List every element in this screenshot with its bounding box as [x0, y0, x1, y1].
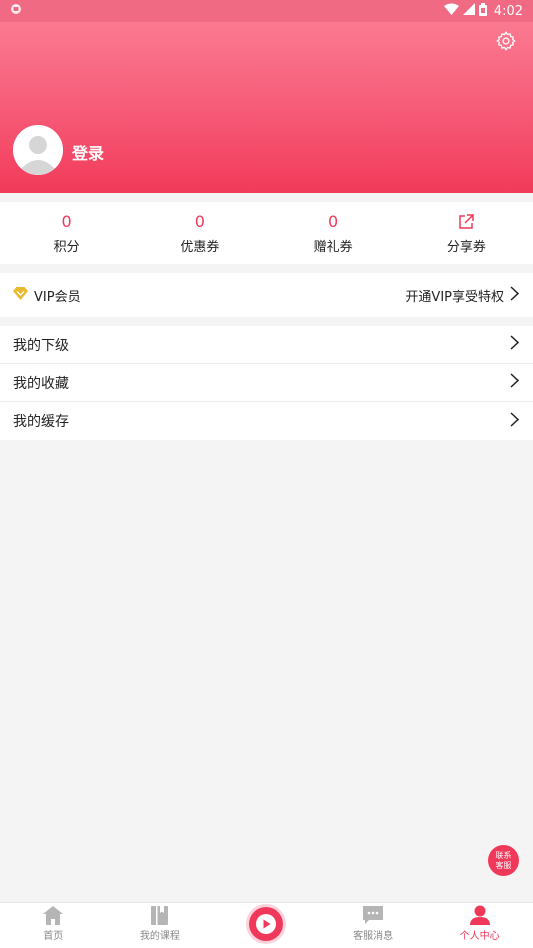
chevron-right-icon — [510, 411, 520, 431]
notification-shield-icon — [10, 3, 22, 19]
points-stat[interactable]: 0 积分 — [0, 202, 133, 264]
tab-my-courses-label: 我的课程 — [139, 931, 180, 942]
vip-label: VIP会员 — [34, 289, 81, 305]
profile-screen: 4:02 登录 0 积分 0 优惠券 0 赠礼券 分享券 VIP会员 开通VIP… — [0, 0, 533, 948]
tab-home[interactable]: 首页 — [0, 903, 107, 948]
tab-my-courses[interactable]: 我的课程 — [107, 903, 214, 948]
play-button[interactable] — [249, 907, 284, 941]
chevron-right-icon — [510, 285, 520, 305]
vip-row[interactable]: VIP会员 开通VIP享受特权 — [0, 273, 533, 317]
share-coupon-label: 分享券 — [446, 240, 486, 255]
points-value: 0 — [61, 212, 72, 231]
profile-header: 登录 — [0, 22, 533, 193]
message-icon — [363, 903, 384, 925]
status-bar: 4:02 — [0, 0, 533, 22]
coupons-stat[interactable]: 0 优惠券 — [133, 202, 266, 264]
diamond-icon — [13, 286, 28, 304]
points-label: 积分 — [53, 240, 80, 255]
gift-coupons-stat[interactable]: 0 赠礼券 — [267, 202, 400, 264]
battery-icon — [478, 2, 487, 20]
avatar[interactable] — [13, 125, 63, 175]
vip-action-text: 开通VIP享受特权 — [405, 289, 504, 305]
tab-service-messages-label: 客服消息 — [353, 931, 394, 942]
tab-home-label: 首页 — [43, 931, 64, 942]
signal-icon — [462, 3, 475, 19]
book-icon — [151, 903, 169, 925]
bottom-tab-bar: 首页 我的课程 客服消息 个人中心 — [0, 902, 533, 948]
menu-item-label: 我的下级 — [13, 337, 69, 354]
settings-button[interactable] — [495, 30, 519, 54]
menu-list: 我的下级 我的收藏 我的缓存 — [0, 326, 533, 440]
contact-service-line2: 客服 — [495, 860, 512, 870]
contact-service-line1: 联系 — [495, 850, 512, 860]
person-icon — [469, 903, 490, 925]
coupons-value: 0 — [194, 212, 205, 231]
menu-item-cache[interactable]: 我的缓存 — [0, 402, 533, 440]
coupons-label: 优惠券 — [180, 240, 220, 255]
contact-service-button[interactable]: 联系 客服 — [488, 845, 519, 876]
tab-personal-center-label: 个人中心 — [459, 931, 500, 942]
tab-play[interactable] — [213, 903, 320, 948]
wifi-icon — [443, 3, 459, 19]
play-icon — [256, 914, 277, 934]
chevron-right-icon — [510, 335, 520, 354]
home-icon — [43, 903, 64, 925]
status-time: 4:02 — [493, 3, 523, 19]
menu-item-label: 我的缓存 — [13, 414, 69, 430]
menu-item-favorites[interactable]: 我的收藏 — [0, 364, 533, 402]
share-icon — [457, 212, 475, 232]
gift-coupons-label: 赠礼券 — [313, 240, 353, 255]
tab-service-messages[interactable]: 客服消息 — [320, 903, 427, 948]
share-coupon-stat[interactable]: 分享券 — [400, 202, 533, 264]
menu-item-subordinates[interactable]: 我的下级 — [0, 326, 533, 364]
stats-row: 0 积分 0 优惠券 0 赠礼券 分享券 — [0, 202, 533, 264]
chevron-right-icon — [510, 373, 520, 392]
menu-item-label: 我的收藏 — [13, 375, 69, 392]
tab-personal-center[interactable]: 个人中心 — [426, 903, 533, 948]
default-user-avatar-icon — [13, 125, 63, 175]
gear-icon — [496, 31, 516, 51]
login-link[interactable]: 登录 — [72, 140, 104, 164]
gift-coupons-value: 0 — [328, 212, 339, 231]
